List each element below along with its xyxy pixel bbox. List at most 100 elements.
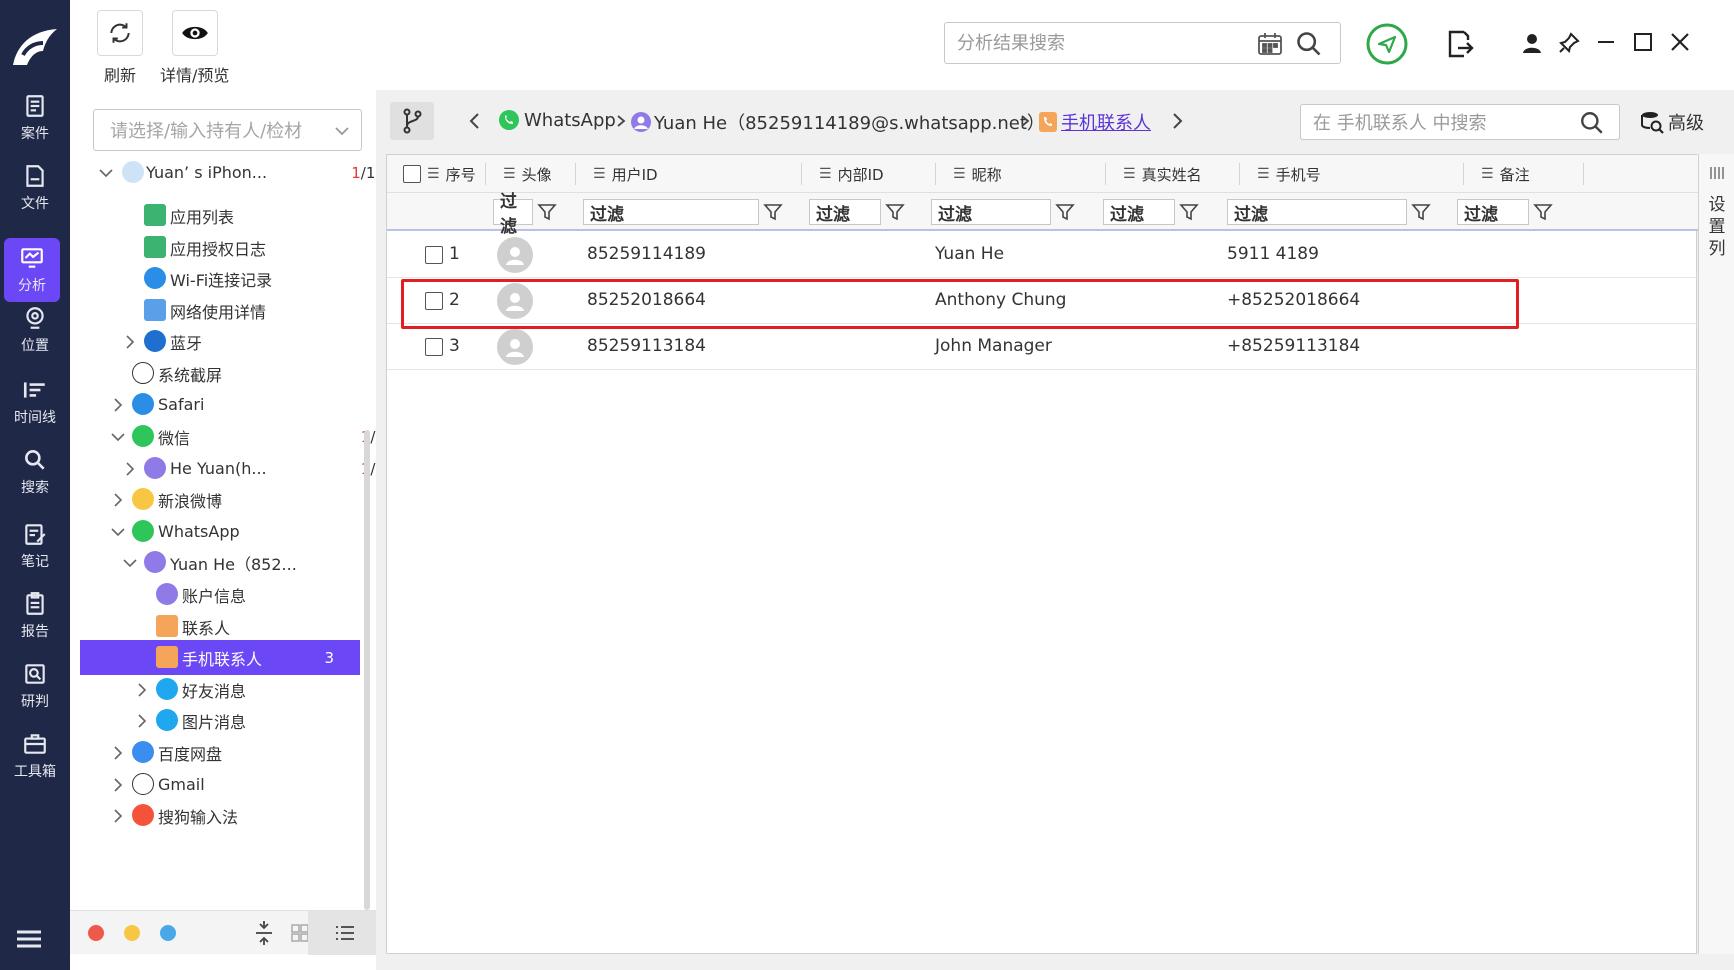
nav-analysis[interactable]: 分析 (4, 238, 60, 302)
breadcrumb-current[interactable]: 手机联系人 (1038, 109, 1151, 135)
search-icon[interactable] (1579, 110, 1605, 136)
chevron-right-icon[interactable] (122, 334, 138, 350)
breadcrumb-app[interactable]: WhatsApp (498, 109, 616, 131)
filter-user-id[interactable]: 过滤 (583, 199, 759, 225)
chevron-right-icon[interactable] (110, 777, 126, 793)
chevron-right-icon[interactable] (134, 682, 150, 698)
screenshot-icon (132, 362, 154, 384)
nav-report[interactable]: 报告 (0, 584, 70, 648)
tree-item-label: 应用列表 (170, 207, 235, 227)
chevron-right-icon[interactable] (110, 808, 126, 824)
filter-icon[interactable] (885, 202, 905, 222)
chevron-right-icon[interactable] (110, 397, 126, 413)
row-nickname: John Manager (935, 336, 1052, 356)
hamburger-menu-icon[interactable] (14, 924, 44, 954)
advanced-search-button[interactable]: 高级 (1640, 109, 1704, 135)
nav-location[interactable]: 位置 (0, 298, 70, 362)
refresh-button[interactable]: 刷新 (97, 10, 143, 86)
row-checkbox[interactable] (425, 338, 443, 356)
chevron-right-icon[interactable] (1172, 112, 1184, 130)
user-icon[interactable] (1522, 32, 1542, 54)
tree-item-label: 账户信息 (182, 586, 247, 606)
column-header-internal-id[interactable]: ☰ 内部ID (819, 155, 884, 193)
gmail-icon (132, 773, 154, 795)
branch-button[interactable] (390, 102, 434, 140)
chevron-down-icon[interactable] (110, 524, 126, 540)
maximize-icon[interactable] (1633, 32, 1653, 52)
tree-scrollbar[interactable] (364, 430, 370, 910)
column-header-phone[interactable]: ☰ 手机号 (1257, 155, 1321, 193)
chevron-right-icon[interactable] (110, 492, 126, 508)
filter-icon[interactable] (537, 202, 557, 222)
send-location-icon[interactable] (1365, 22, 1409, 66)
chevron-down-icon[interactable] (110, 429, 126, 445)
row-index: 3 (449, 336, 460, 356)
filter-icon[interactable] (1533, 202, 1553, 222)
collapse-all-icon[interactable] (254, 921, 274, 945)
tree-item-label: 联系人 (182, 618, 231, 638)
nav-judgement-label: 研判 (21, 694, 49, 710)
red-dot-icon[interactable] (88, 925, 104, 941)
chevron-right-icon[interactable] (110, 745, 126, 761)
select-all-checkbox[interactable] (403, 165, 421, 183)
set-columns-button[interactable]: 设置列 (1698, 154, 1734, 954)
global-search-input[interactable] (957, 31, 1247, 55)
column-header-real-name[interactable]: ☰ 真实姓名 (1123, 155, 1202, 193)
preview-button[interactable]: 详情/预览 (160, 10, 229, 86)
pin-icon[interactable] (1558, 32, 1580, 54)
nav-judgement[interactable]: 研判 (0, 654, 70, 718)
close-icon[interactable] (1670, 32, 1690, 52)
filter-phone[interactable]: 过滤 (1227, 199, 1407, 225)
holder-select[interactable] (93, 109, 362, 151)
tree-item-label: Yuan He（852... (170, 554, 297, 574)
filter-icon[interactable] (1055, 202, 1075, 222)
row-checkbox[interactable] (425, 292, 443, 310)
table-row[interactable]: 2 85252018664 Anthony Chung +85252018664 (387, 279, 1698, 324)
row-checkbox[interactable] (425, 246, 443, 264)
table-row[interactable]: 3 85259113184 John Manager +85259113184 (387, 325, 1698, 370)
nav-file[interactable]: 文件 (0, 156, 70, 220)
holder-select-input[interactable] (110, 119, 330, 143)
calendar-icon[interactable] (1257, 32, 1283, 56)
tree-item[interactable]: 手机联系人 3 (80, 640, 360, 675)
app-logo-icon (6, 16, 64, 80)
chevron-down-icon[interactable] (122, 555, 138, 571)
blue-dot-icon[interactable] (160, 925, 176, 941)
nav-timeline[interactable]: 时间线 (0, 370, 70, 434)
evidence-tree-panel: Yuan’ s iPhon...1/1804应用列表106应用授权日志28Wi-… (70, 90, 404, 970)
nav-case[interactable]: 案件 (0, 86, 70, 150)
filter-nickname[interactable]: 过滤 (931, 199, 1051, 225)
chevron-down-icon[interactable] (98, 165, 114, 181)
nav-file-label: 文件 (21, 196, 49, 212)
nav-toolbox[interactable]: 工具箱 (0, 724, 70, 788)
column-header-index[interactable]: ☰ 序号 (427, 155, 476, 193)
grid-view-icon[interactable] (290, 923, 310, 943)
breadcrumb-account[interactable]: Yuan He（85259114189@s.whatsapp.net） (630, 109, 1045, 135)
tree-item-label: 新浪微博 (158, 491, 223, 511)
filter-icon[interactable] (1411, 202, 1431, 222)
chevron-right-icon[interactable] (134, 713, 150, 729)
chevron-left-icon[interactable] (468, 112, 480, 130)
filter-real-name[interactable]: 过滤 (1103, 199, 1175, 225)
column-header-user-id[interactable]: ☰ 用户ID (593, 155, 658, 193)
column-header-note[interactable]: ☰ 备注 (1481, 155, 1530, 193)
minimize-icon[interactable] (1596, 32, 1616, 52)
table-row[interactable]: 1 85259114189 Yuan He 5911 4189 (387, 233, 1698, 278)
filter-icon[interactable] (1179, 202, 1199, 222)
nav-search[interactable]: 搜索 (0, 440, 70, 504)
weibo-icon (132, 488, 154, 510)
nav-notes[interactable]: 笔记 (0, 514, 70, 578)
filter-avatar[interactable]: 过滤 (493, 192, 533, 237)
filter-icon[interactable] (763, 202, 783, 222)
local-search-input[interactable] (1313, 111, 1573, 135)
export-icon[interactable] (1446, 28, 1474, 60)
filter-note[interactable]: 过滤 (1457, 199, 1529, 225)
yellow-dot-icon[interactable] (124, 925, 140, 941)
search-icon[interactable] (1295, 30, 1323, 58)
search-icon (25, 450, 45, 470)
filter-internal-id[interactable]: 过滤 (809, 199, 881, 225)
analysis-icon (21, 248, 43, 268)
chevron-right-icon[interactable] (122, 461, 138, 477)
list-view-button[interactable] (308, 911, 376, 955)
column-header-nickname[interactable]: ☰ 昵称 (953, 155, 1002, 193)
